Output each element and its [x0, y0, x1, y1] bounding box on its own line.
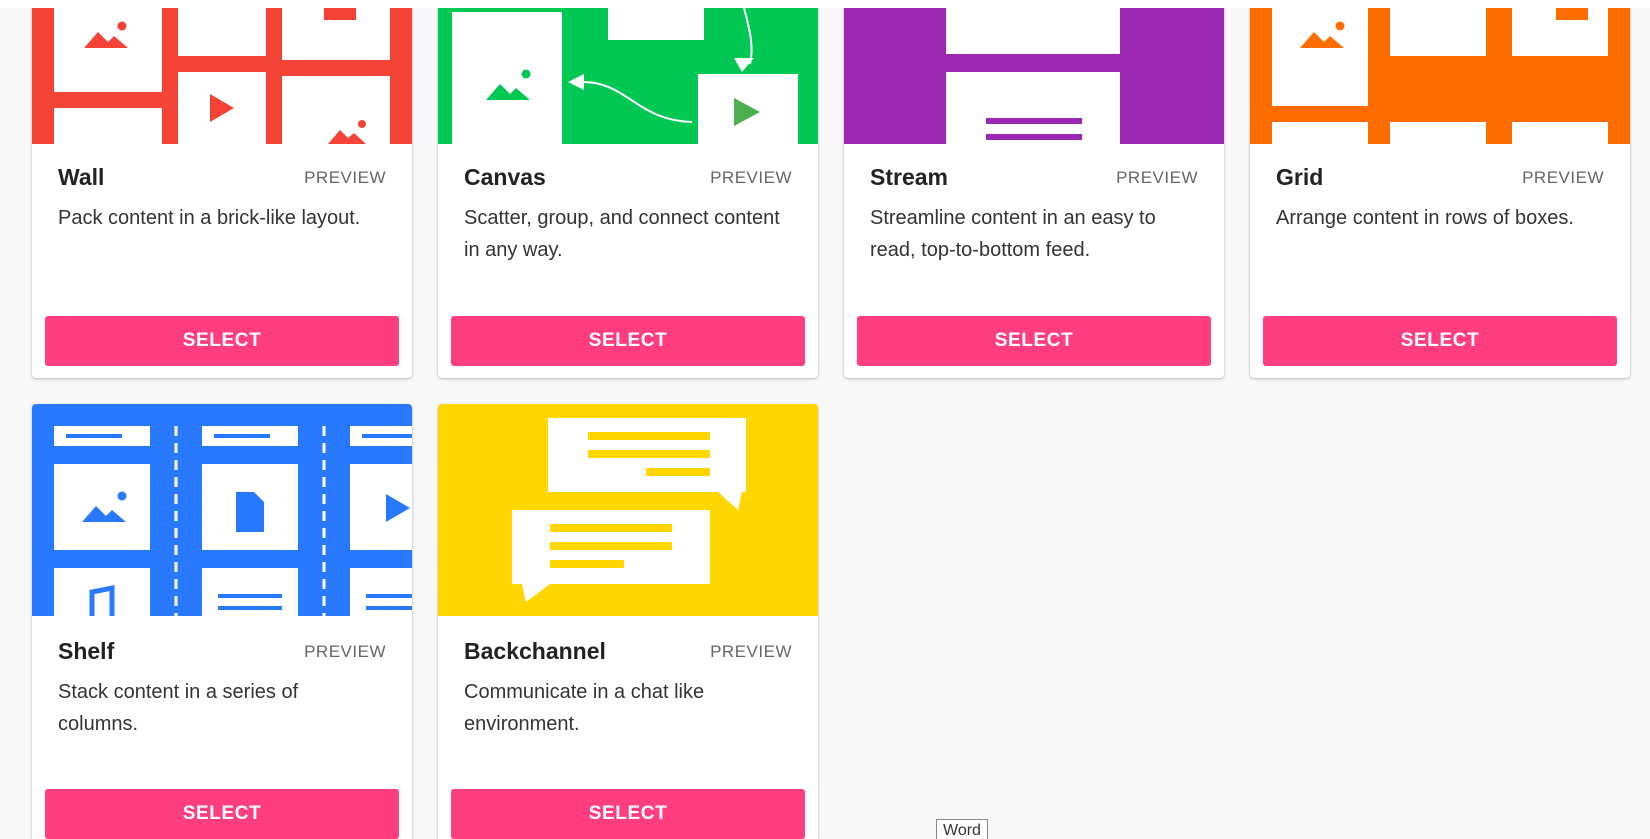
top-edge	[0, 0, 1650, 8]
word-tooltip: Word	[936, 819, 988, 839]
layout-card-backchannel: Backchannel PREVIEW Communicate in a cha…	[438, 404, 818, 839]
select-button[interactable]: SELECT	[857, 316, 1211, 366]
card-title: Backchannel	[464, 638, 606, 664]
card-description: Communicate in a chat like environment.	[464, 681, 705, 735]
canvas-illustration	[438, 0, 818, 144]
grid-illustration	[1250, 0, 1630, 144]
card-description: Scatter, group, and connect content in a…	[464, 207, 780, 261]
card-description: Stack content in a series of columns.	[58, 681, 299, 735]
layout-card-canvas: Canvas PREVIEW Scatter, group, and conne…	[438, 0, 818, 378]
preview-link[interactable]: PREVIEW	[710, 642, 792, 662]
wall-illustration	[32, 0, 412, 144]
layout-card-shelf: Shelf PREVIEW Stack content in a series …	[32, 404, 412, 839]
card-title: Stream	[870, 164, 948, 190]
card-description: Streamline content in an easy to read, t…	[870, 207, 1156, 261]
backchannel-illustration	[438, 404, 818, 616]
stream-illustration	[844, 0, 1224, 144]
card-title: Shelf	[58, 638, 115, 664]
select-button[interactable]: SELECT	[451, 316, 805, 366]
layout-picker-page: Wall PREVIEW Pack content in a brick-lik…	[0, 0, 1650, 839]
shelf-illustration	[32, 404, 412, 616]
select-button[interactable]: SELECT	[451, 789, 805, 839]
layout-card-stream: Stream PREVIEW Streamline content in an …	[844, 0, 1224, 378]
layout-card-grid: Grid PREVIEW Arrange content in rows of …	[1250, 0, 1630, 378]
layout-card-wall: Wall PREVIEW Pack content in a brick-lik…	[32, 0, 412, 378]
select-button[interactable]: SELECT	[45, 789, 399, 839]
preview-link[interactable]: PREVIEW	[710, 168, 792, 188]
preview-link[interactable]: PREVIEW	[1116, 168, 1198, 188]
preview-link[interactable]: PREVIEW	[1522, 168, 1604, 188]
card-title: Canvas	[464, 164, 546, 190]
card-title: Wall	[58, 164, 105, 190]
preview-link[interactable]: PREVIEW	[304, 168, 386, 188]
card-description: Pack content in a brick-like layout.	[58, 207, 361, 229]
preview-link[interactable]: PREVIEW	[304, 642, 386, 662]
document-icon	[236, 492, 264, 532]
select-button[interactable]: SELECT	[1263, 316, 1617, 366]
select-button[interactable]: SELECT	[45, 316, 399, 366]
card-title: Grid	[1276, 164, 1324, 190]
card-description: Arrange content in rows of boxes.	[1276, 207, 1574, 229]
